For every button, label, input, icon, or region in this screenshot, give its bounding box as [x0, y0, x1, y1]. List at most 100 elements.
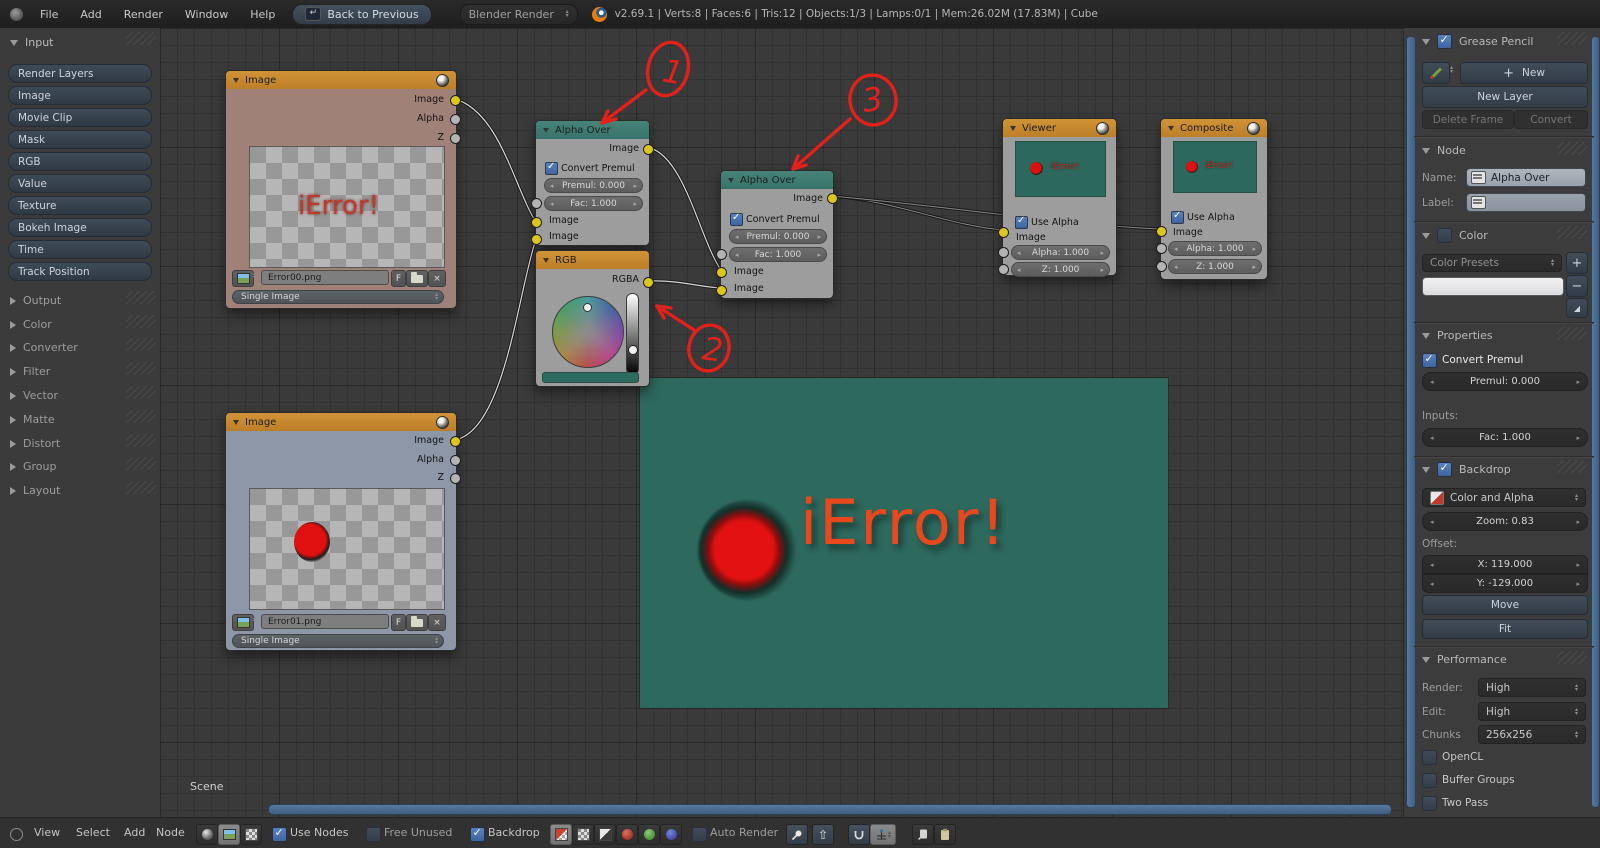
color-preset-menu-button[interactable]: ◢: [1566, 298, 1588, 318]
unlink-button[interactable]: ×: [428, 614, 446, 631]
open-file-button[interactable]: [406, 614, 428, 631]
menu-select[interactable]: Select: [76, 826, 110, 839]
panel-drag-hatch[interactable]: [126, 410, 156, 423]
panel-drag-hatch[interactable]: [126, 32, 156, 45]
panel-drag-hatch[interactable]: [126, 362, 156, 375]
pin-button[interactable]: [786, 824, 808, 845]
backdrop-alpha-button[interactable]: [572, 824, 594, 845]
panel-filter-header[interactable]: Filter: [10, 365, 50, 378]
menu-view[interactable]: View: [34, 826, 60, 839]
editor-type-menu-icon[interactable]: [10, 828, 23, 841]
preview-sphere-icon[interactable]: [436, 416, 449, 429]
shader-nodes-button[interactable]: [196, 824, 218, 845]
add-node-texture-button[interactable]: Texture: [8, 196, 152, 215]
collapse-triangle-icon[interactable]: [233, 78, 239, 83]
node-image-error00[interactable]: Image Image Alpha Z iError! ▴▾ Error00.p…: [225, 70, 457, 309]
panel-drag-hatch[interactable]: [126, 481, 156, 494]
socket-rgba-output[interactable]: [643, 277, 654, 288]
socket-alpha-output[interactable]: [450, 114, 461, 125]
fake-user-button[interactable]: F: [391, 614, 406, 631]
socket-alpha-input[interactable]: [1156, 243, 1167, 254]
open-file-button[interactable]: [406, 270, 428, 287]
backdrop-fit-button[interactable]: Fit: [1422, 619, 1588, 639]
copy-nodes-button[interactable]: [912, 824, 934, 845]
socket-fac-input[interactable]: [716, 249, 727, 260]
add-node-rgb-button[interactable]: RGB: [8, 152, 152, 171]
socket-z-output[interactable]: [450, 133, 461, 144]
panel-input-header[interactable]: Input: [10, 36, 53, 49]
horizontal-scrollbar[interactable]: [268, 804, 1392, 815]
node-viewer[interactable]: Viewer iError! Use Alpha Image ◂Alpha: 1…: [1002, 118, 1117, 276]
grease-pencil-header[interactable]: Grease Pencil: [1422, 34, 1533, 49]
custom-color-swatch[interactable]: [1422, 277, 1564, 296]
preview-sphere-icon[interactable]: [1096, 122, 1109, 135]
backdrop-move-button[interactable]: Move: [1422, 595, 1588, 615]
render-quality-dropdown[interactable]: High ▴▾: [1478, 678, 1586, 697]
panel-drag-hatch[interactable]: [126, 291, 156, 304]
node-rgb-header[interactable]: RGB: [536, 251, 649, 269]
socket-image-input-2[interactable]: [531, 234, 542, 245]
gp-datablock-button[interactable]: [1422, 62, 1450, 84]
socket-image-output[interactable]: [643, 144, 654, 155]
z-slider[interactable]: ◂Z: 1.000▸: [1168, 259, 1262, 274]
panel-drag-hatch[interactable]: [1557, 460, 1587, 473]
alpha-slider[interactable]: ◂Alpha: 1.000▸: [1011, 245, 1110, 260]
backdrop-red-channel-button[interactable]: [616, 824, 638, 845]
panel-group-header[interactable]: Group: [10, 460, 57, 473]
node-image-error00-header[interactable]: Image: [226, 71, 456, 89]
panel-drag-hatch[interactable]: [126, 315, 156, 328]
alpha-slider[interactable]: ◂Alpha: 1.000▸: [1168, 241, 1262, 256]
socket-fac-input[interactable]: [531, 198, 542, 209]
auto-render-checkbox[interactable]: [692, 827, 707, 842]
backdrop-channel-dropdown[interactable]: Color and Alpha ▴▾: [1422, 488, 1586, 507]
node-label-field[interactable]: [1466, 193, 1586, 212]
menu-node[interactable]: Node: [156, 826, 185, 839]
color-enable-checkbox[interactable]: [1437, 228, 1452, 243]
node-viewer-header[interactable]: Viewer: [1003, 119, 1116, 137]
premul-slider[interactable]: ◂Premul: 0.000▸: [729, 229, 827, 244]
node-alpha-over-2-header[interactable]: Alpha Over: [721, 171, 833, 189]
grease-pencil-checkbox[interactable]: [1437, 34, 1452, 49]
panel-drag-hatch[interactable]: [1557, 651, 1587, 664]
collapse-triangle-icon[interactable]: [543, 258, 549, 263]
color-preset-remove-button[interactable]: −: [1566, 275, 1588, 297]
backdrop-checkbox[interactable]: [470, 827, 485, 842]
go-to-parent-button[interactable]: ⇧: [812, 824, 834, 845]
rgb-color-swatch[interactable]: [542, 372, 639, 383]
collapse-triangle-icon[interactable]: [233, 420, 239, 425]
socket-image-input-1[interactable]: [716, 267, 727, 278]
panel-drag-hatch[interactable]: [126, 457, 156, 470]
chunks-dropdown[interactable]: 256x256 ▴▾: [1478, 725, 1586, 744]
value-slider[interactable]: [626, 293, 639, 375]
panel-color-header[interactable]: Color: [10, 318, 52, 331]
image-datablock-button[interactable]: [232, 614, 254, 631]
gp-new-layer-button[interactable]: New Layer: [1422, 86, 1588, 108]
stepper-arrows-icon[interactable]: ▴▾: [253, 272, 256, 280]
add-node-value-button[interactable]: Value: [8, 174, 152, 193]
panel-drag-hatch[interactable]: [1557, 226, 1587, 239]
convert-premul-checkbox[interactable]: [730, 213, 743, 226]
image-filename-field[interactable]: Error00.png: [261, 270, 389, 285]
preview-sphere-icon[interactable]: [436, 74, 449, 87]
panel-output-header[interactable]: Output: [10, 294, 61, 307]
gp-delete-frame-button[interactable]: Delete Frame: [1422, 110, 1514, 129]
opencl-checkbox[interactable]: [1422, 750, 1437, 765]
socket-alpha-input[interactable]: [998, 247, 1009, 258]
menu-window[interactable]: Window: [174, 8, 239, 21]
menu-file[interactable]: File: [29, 8, 69, 21]
socket-image-output[interactable]: [450, 95, 461, 106]
backdrop-green-channel-button[interactable]: [638, 824, 660, 845]
collapse-triangle-icon[interactable]: [728, 178, 734, 183]
compositing-nodes-button[interactable]: [218, 824, 240, 845]
panel-distort-header[interactable]: Distort: [10, 437, 60, 450]
panel-vector-header[interactable]: Vector: [10, 389, 58, 402]
add-node-image-button[interactable]: Image: [8, 86, 152, 105]
socket-z-output[interactable]: [450, 473, 461, 484]
add-node-movie-clip-button[interactable]: Movie Clip: [8, 108, 152, 127]
socket-image-input-2[interactable]: [716, 285, 727, 296]
panel-drag-hatch[interactable]: [126, 338, 156, 351]
socket-image-input-1[interactable]: [531, 217, 542, 228]
gp-convert-button[interactable]: Convert: [1514, 110, 1588, 129]
free-unused-checkbox[interactable]: [366, 827, 381, 842]
premul-slider[interactable]: ◂Premul: 0.000▸: [1422, 372, 1588, 391]
